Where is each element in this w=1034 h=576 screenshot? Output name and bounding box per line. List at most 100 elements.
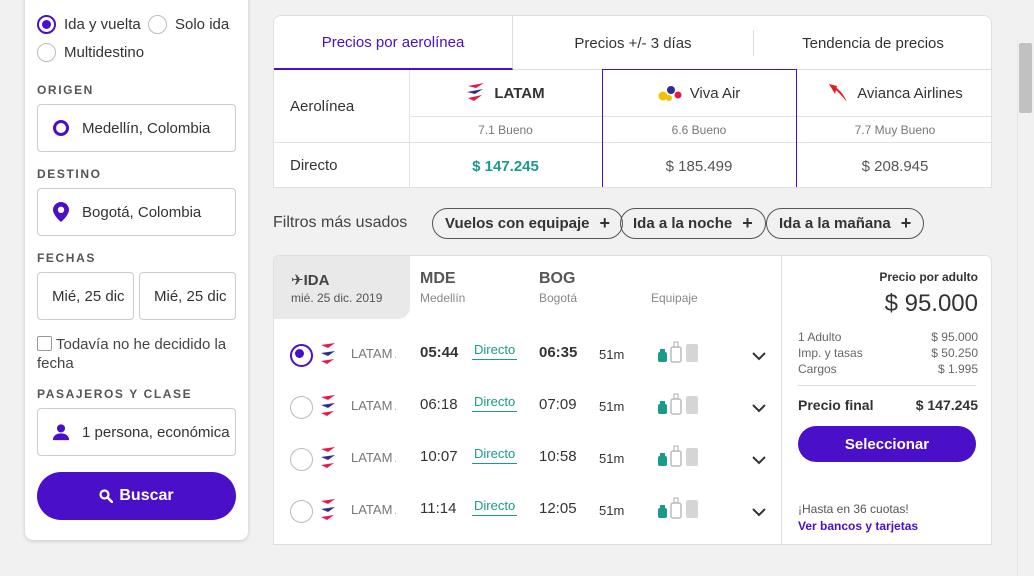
filter-chip-night[interactable]: Ida a la noche + (620, 208, 766, 239)
arrival-time: 06:35 (539, 344, 578, 361)
search-icon (99, 489, 114, 503)
radio-selected-icon[interactable] (37, 15, 56, 34)
origin-value: Medellín, Colombia (82, 119, 211, 137)
trip-type-label: Solo ida (175, 16, 230, 33)
airline-header-avianca[interactable]: Avianca Airlines (797, 70, 991, 116)
flight-duration: 51m (599, 451, 625, 466)
airline-price-avianca[interactable]: $ 208.945 (797, 143, 991, 187)
luggage-icon (657, 496, 703, 525)
return-date-input[interactable]: Mié, 25 dic (139, 272, 236, 320)
chevron-down-icon[interactable] (752, 504, 766, 518)
tab-airline-prices[interactable]: Precios por aerolínea (274, 16, 513, 70)
airline-price-latam[interactable]: $ 147.245 (409, 143, 602, 187)
passengers-input[interactable]: 1 persona, económica (37, 408, 236, 456)
origin-code: MDE (420, 270, 456, 287)
origin-circle-icon (52, 119, 70, 137)
flight-airline: LATAM Airlines (351, 502, 396, 517)
flight-select-radio[interactable] (290, 396, 313, 419)
chip-label: Ida a la mañana (779, 215, 891, 232)
search-sidebar: Ida y vuelta Solo ida Multidestino ORIGE… (25, 0, 248, 540)
return-date-value: Mié, 25 dic (154, 287, 227, 305)
final-price-value: $ 147.245 (915, 397, 978, 413)
stops-label[interactable]: Directo (472, 394, 518, 412)
flight-airline: LATAM Airlines (351, 450, 396, 465)
radio-icon[interactable] (37, 43, 56, 62)
price-line-value: $ 95.000 (931, 330, 978, 344)
airline-price-card: Precios por aerolínea Precios +/- 3 días… (273, 15, 992, 188)
latam-logo-icon (320, 342, 336, 371)
location-pin-icon (52, 202, 70, 222)
direction-label: ✈IDA (291, 272, 330, 289)
luggage-icon (657, 340, 703, 369)
price-per-adult-amount: $ 95.000 (884, 290, 978, 317)
flight-row[interactable]: LATAM Airlines 10:07 Directo 10:58 51m (274, 432, 781, 484)
search-button[interactable]: Buscar (37, 472, 236, 520)
flight-row[interactable]: LATAM Airlines 11:14 Directo 12:05 51m (274, 484, 781, 536)
price-divider (798, 385, 976, 386)
checkbox-icon[interactable] (37, 336, 52, 351)
flight-select-radio[interactable] (290, 448, 313, 471)
select-button-label: Seleccionar (844, 435, 930, 453)
flight-select-radio[interactable] (290, 344, 313, 367)
price-summary-panel: Precio por adulto $ 95.000 1 Adulto $ 95… (781, 256, 991, 544)
stops-label[interactable]: Directo (472, 342, 518, 360)
luggage-label: Equipaje (651, 291, 698, 305)
avianca-logo-icon (827, 82, 849, 104)
tab-flexible-dates[interactable]: Precios +/- 3 días (513, 16, 753, 70)
filter-chip-luggage[interactable]: Vuelos con equipaje + (432, 208, 623, 239)
undecided-date-checkbox[interactable]: Todavía no he decidido la fecha (37, 335, 237, 373)
destination-input[interactable]: Bogotá, Colombia (37, 188, 236, 236)
banks-link[interactable]: Ver bancos y tarjetas (798, 519, 918, 533)
airline-rating: 6.6 Bueno (671, 122, 727, 137)
airline-header-latam[interactable]: LATAM (409, 70, 602, 116)
chip-label: Ida a la noche (633, 215, 733, 232)
plus-icon: + (742, 213, 753, 233)
luggage-icon (657, 392, 703, 421)
trip-type-oneway[interactable]: Solo ida (148, 15, 229, 34)
airline-price-viva-air[interactable]: $ 185.499 (602, 143, 796, 187)
departure-time: 05:44 (420, 344, 459, 361)
price-line-value: $ 50.250 (931, 346, 978, 360)
select-flight-button[interactable]: Seleccionar (798, 426, 976, 462)
origin-input[interactable]: Medellín, Colombia (37, 104, 236, 152)
tab-label: Tendencia de precios (802, 34, 944, 52)
flight-row[interactable]: LATAM Airlines 06:18 Directo 07:09 51m (274, 380, 781, 432)
trip-type-roundtrip[interactable]: Ida y vuelta (37, 15, 141, 34)
flight-duration: 51m (599, 347, 625, 362)
latam-logo-icon (466, 82, 486, 104)
stops-label[interactable]: Directo (472, 498, 518, 516)
flight-duration: 51m (599, 503, 625, 518)
flight-select-radio[interactable] (290, 500, 313, 523)
filter-chip-morning[interactable]: Ida a la mañana + (766, 208, 925, 239)
chevron-down-icon[interactable] (752, 348, 766, 362)
origin-city: Medellín (420, 291, 466, 305)
page-scrollbar-track[interactable] (1017, 40, 1034, 576)
chevron-down-icon[interactable] (752, 452, 766, 466)
radio-icon[interactable] (148, 15, 167, 34)
latam-logo-icon (320, 446, 336, 475)
search-button-label: Buscar (119, 487, 174, 504)
tab-price-trend[interactable]: Tendencia de precios (753, 16, 991, 70)
airline-header-viva-air[interactable]: Viva Air (602, 70, 796, 116)
arrival-time: 12:05 (539, 500, 577, 517)
destination-code: BOG (539, 270, 576, 287)
price-line-label: 1 Adulto (798, 330, 842, 344)
destination-value: Bogotá, Colombia (82, 203, 202, 221)
flight-duration: 51m (599, 399, 625, 414)
page-scrollbar-thumb[interactable] (1019, 43, 1032, 113)
direction-tag: ✈IDA mié. 25 dic. 2019 (274, 256, 410, 319)
plus-icon: + (900, 213, 912, 233)
stops-label[interactable]: Directo (472, 446, 518, 464)
row-label-airline: Aerolínea (290, 97, 355, 115)
airline-rating: 7.7 Muy Bueno (854, 122, 936, 137)
chevron-down-icon[interactable] (752, 400, 766, 414)
undecided-date-label: Todavía no he decidido la fecha (37, 336, 227, 372)
flight-row[interactable]: LATAM Airlines 05:44 Directo 06:35 51m (274, 328, 781, 380)
trip-type-multi[interactable]: Multidestino (37, 43, 144, 62)
dates-label: FECHAS (37, 251, 96, 265)
airline-name: Viva Air (689, 84, 741, 102)
airline-rating: 7.1 Bueno (478, 122, 533, 137)
departure-date-input[interactable]: Mié, 25 dic (37, 272, 134, 320)
departure-time: 10:07 (420, 448, 458, 465)
row-label-direct: Directo (290, 157, 338, 174)
